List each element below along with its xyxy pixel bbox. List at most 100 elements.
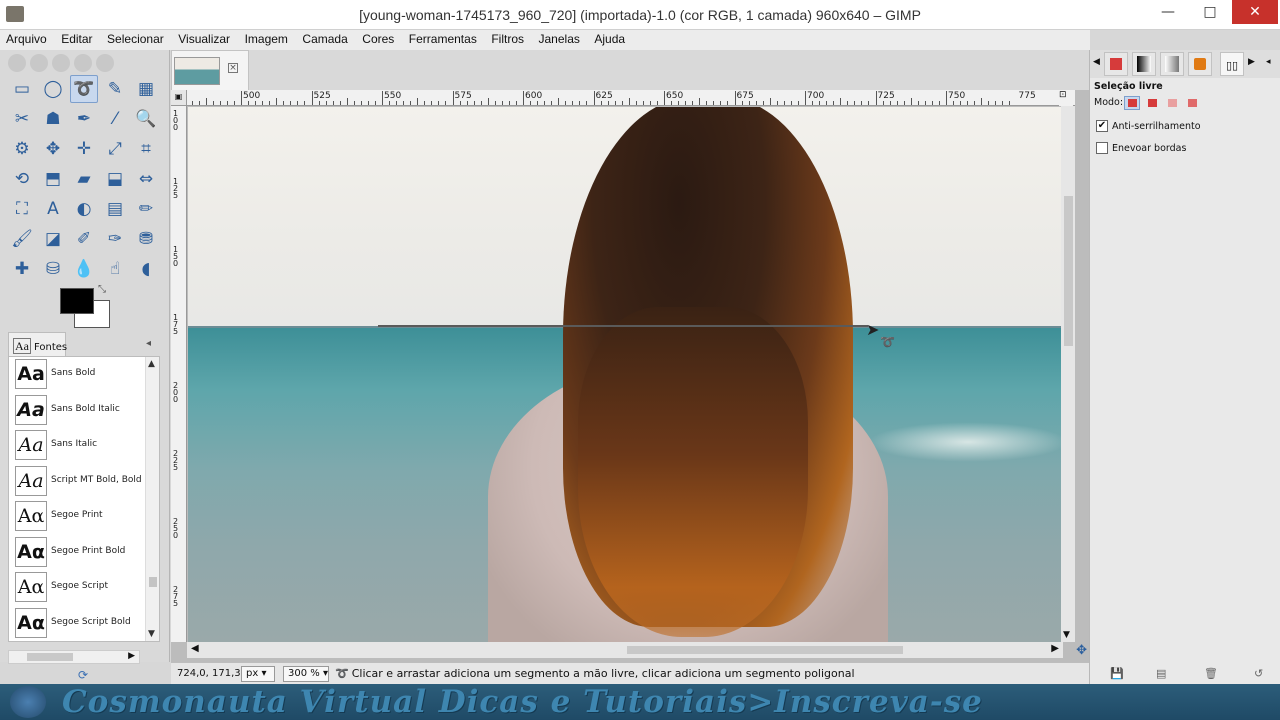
reset-icon[interactable]: ↺: [1254, 667, 1263, 680]
scroll-right-icon[interactable]: ▶: [1051, 643, 1059, 654]
horizontal-ruler[interactable]: 500 525 550 575 600 625 650 675 700 725 750 775: [187, 90, 1075, 106]
scroll-thumb[interactable]: [149, 577, 157, 587]
canvas-vscrollbar[interactable]: ▼: [1061, 106, 1075, 642]
paths-icon[interactable]: ✒: [70, 105, 98, 133]
menu-ferramentas[interactable]: Ferramentas: [403, 30, 482, 46]
vertical-ruler[interactable]: 100 125 150 175 200 225 250 275: [171, 106, 187, 642]
menu-janelas[interactable]: Janelas: [533, 30, 585, 46]
menu-ajuda[interactable]: Ajuda: [588, 30, 630, 46]
delete-preset-icon[interactable]: 🗑: [1204, 667, 1218, 680]
text-icon[interactable]: A: [39, 195, 67, 223]
lasso-select-icon[interactable]: ➰: [70, 75, 98, 103]
mode-add-button[interactable]: [1144, 96, 1160, 110]
restore-preset-icon[interactable]: ▤: [1156, 667, 1166, 680]
scroll-down-icon[interactable]: ▼: [1063, 630, 1070, 640]
transform-icon[interactable]: ⤢: [101, 135, 129, 163]
scroll-down-icon[interactable]: ▼: [148, 629, 155, 639]
shear-icon[interactable]: ▰: [70, 165, 98, 193]
measure-icon[interactable]: ⚙: [8, 135, 36, 163]
perspective-icon[interactable]: ⬓: [101, 165, 129, 193]
swap-colors-icon[interactable]: ⤡: [98, 284, 106, 295]
unit-select[interactable]: px ▾: [241, 666, 275, 682]
menu-cores[interactable]: Cores: [356, 30, 399, 46]
start-button-icon[interactable]: [10, 686, 46, 718]
bucket-fill-icon[interactable]: ◐: [70, 195, 98, 223]
move-icon[interactable]: ✥: [39, 135, 67, 163]
smudge-icon[interactable]: ☝: [101, 255, 129, 283]
mode-subtract-button[interactable]: [1164, 96, 1180, 110]
close-button[interactable]: ✕: [1232, 0, 1278, 24]
antialias-checkbox[interactable]: ✔: [1096, 120, 1108, 132]
font-list-hscrollbar[interactable]: ▶: [8, 650, 140, 664]
font-list-item[interactable]: Aα Segoe Print: [9, 499, 159, 535]
close-tab-icon[interactable]: ×: [228, 63, 238, 73]
scale-icon[interactable]: ⬒: [39, 165, 67, 193]
paintbrush-icon[interactable]: 🖌: [8, 225, 36, 253]
menu-imagem[interactable]: Imagem: [239, 30, 293, 46]
rect-select-icon[interactable]: ▭: [8, 75, 36, 103]
image-canvas[interactable]: ➤ ➰: [188, 107, 1064, 642]
image-tab[interactable]: ×: [171, 50, 249, 90]
blend-icon[interactable]: ▤: [101, 195, 129, 223]
zoom-select[interactable]: 300 % ▾: [283, 666, 329, 682]
tab-device-status[interactable]: ▯▯: [1220, 52, 1244, 76]
dodge-burn-icon[interactable]: ◖: [132, 255, 160, 283]
cage-icon[interactable]: ⛶: [8, 195, 36, 223]
heal-icon[interactable]: ✚: [8, 255, 36, 283]
font-list-item[interactable]: Aa Sans Bold: [9, 357, 159, 393]
quick-mask-icon[interactable]: ▣: [171, 90, 187, 106]
font-list-item[interactable]: Aα Segoe Script: [9, 570, 159, 606]
rotate-icon[interactable]: ⟲: [8, 165, 36, 193]
navigate-icon[interactable]: ✥: [1076, 643, 1087, 658]
zoom-icon[interactable]: 🔍: [132, 105, 160, 133]
scroll-tabs-right-icon[interactable]: ▶: [1248, 57, 1255, 67]
font-list-item[interactable]: Aa Script MT Bold, Bold: [9, 464, 159, 500]
menu-selecionar[interactable]: Selecionar: [101, 30, 169, 46]
tab-palettes[interactable]: [1188, 52, 1212, 76]
vscroll-thumb[interactable]: [1064, 196, 1073, 346]
fuzzy-select-icon[interactable]: ✎: [101, 75, 129, 103]
feather-checkbox[interactable]: [1096, 142, 1108, 154]
font-list-item[interactable]: Aa Sans Bold Italic: [9, 393, 159, 429]
font-list-scrollbar[interactable]: ▲ ▼: [145, 357, 159, 641]
flip-icon[interactable]: ⇔: [132, 165, 160, 193]
tab-fonts[interactable]: Aa Fontes: [8, 332, 67, 356]
foreground-color[interactable]: [60, 288, 94, 314]
menu-visualizar[interactable]: Visualizar: [172, 30, 235, 46]
scissors-select-icon[interactable]: ✂: [8, 105, 36, 133]
font-list-item[interactable]: Aa Sans Italic: [9, 428, 159, 464]
font-list-item[interactable]: Aα Segoe Script Bold: [9, 606, 159, 642]
font-list-item[interactable]: Aα Segoe Print Bold: [9, 535, 159, 571]
maximize-button[interactable]: □: [1190, 0, 1230, 24]
scroll-tabs-left-icon[interactable]: ◀: [1093, 57, 1100, 67]
tab-fg-bg[interactable]: [1160, 52, 1184, 76]
scroll-up-icon[interactable]: ▲: [148, 359, 155, 369]
clone-icon[interactable]: ⛃: [132, 225, 160, 253]
scroll-right-icon[interactable]: ▶: [128, 651, 135, 661]
tab-gradients[interactable]: [1132, 52, 1156, 76]
pencil-icon[interactable]: ✏: [132, 195, 160, 223]
mode-intersect-button[interactable]: [1184, 96, 1200, 110]
zoom-toggle-icon[interactable]: ⊡: [1059, 90, 1073, 106]
foreground-select-icon[interactable]: ☗: [39, 105, 67, 133]
canvas-hscrollbar[interactable]: ◀ ▶: [187, 642, 1063, 658]
menu-editar[interactable]: Editar: [55, 30, 97, 46]
dock-menu-icon[interactable]: ◂: [146, 338, 151, 349]
airbrush-icon[interactable]: ✐: [70, 225, 98, 253]
mode-replace-button[interactable]: [1124, 96, 1140, 110]
menu-arquivo[interactable]: Arquivo: [0, 30, 52, 46]
color-select-icon[interactable]: ▦: [132, 75, 160, 103]
hscroll-thumb[interactable]: [627, 646, 903, 654]
refresh-icon[interactable]: ⟳: [78, 668, 88, 682]
dock-menu-icon[interactable]: ◂: [1266, 57, 1271, 67]
menu-camada[interactable]: Camada: [296, 30, 352, 46]
perspective-clone-icon[interactable]: ⛁: [39, 255, 67, 283]
hscroll-thumb[interactable]: [27, 653, 73, 661]
menu-filtros[interactable]: Filtros: [485, 30, 529, 46]
ink-icon[interactable]: ✑: [101, 225, 129, 253]
scroll-left-icon[interactable]: ◀: [191, 643, 199, 654]
tab-tool-options[interactable]: [1104, 52, 1128, 76]
ellipse-select-icon[interactable]: ◯: [39, 75, 67, 103]
blur-icon[interactable]: 💧: [70, 255, 98, 283]
minimize-button[interactable]: —: [1148, 0, 1188, 24]
